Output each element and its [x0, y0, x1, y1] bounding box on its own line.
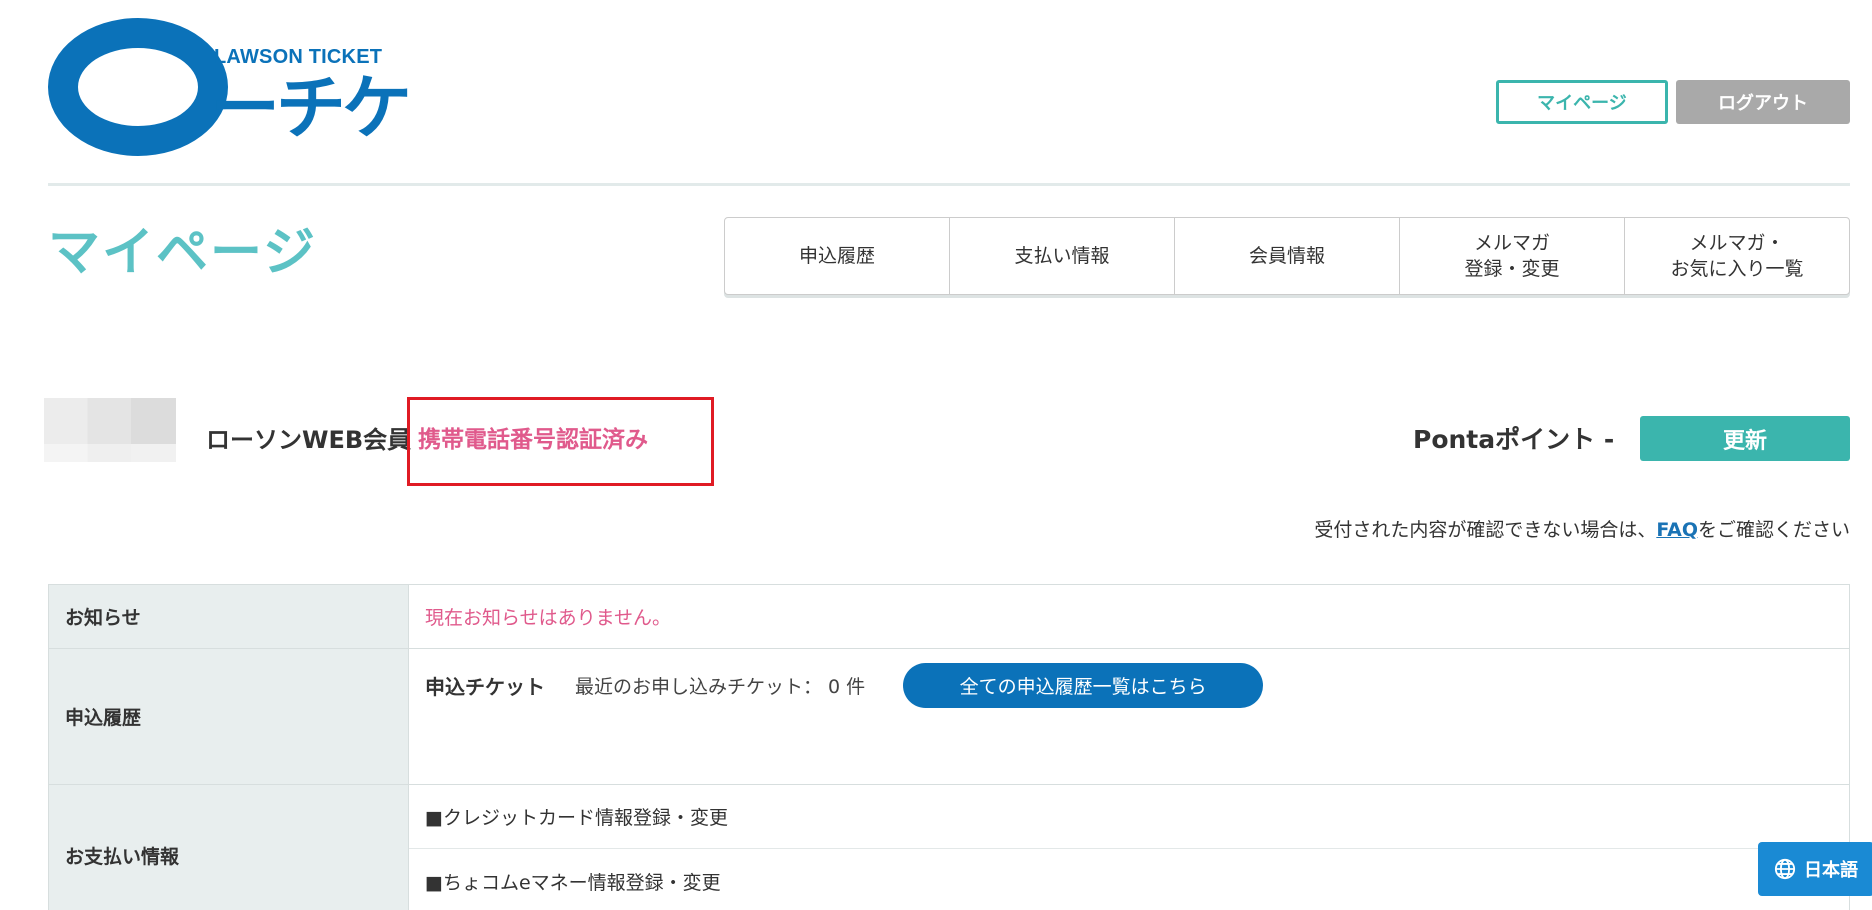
credit-card-registration-link[interactable]: ■クレジットカード情報登録・変更: [409, 785, 1849, 849]
payment-info-heading: お支払い情報: [49, 785, 409, 910]
logo-text-big: ーチケ: [210, 67, 412, 149]
applied-tickets-title: 申込チケット: [425, 675, 545, 699]
mypage-info-table: お知らせ 現在お知らせはありません。 申込履歴 申込チケット 最近のお申し込みチ…: [48, 584, 1850, 910]
faq-suffix: をご確認ください: [1697, 519, 1850, 541]
lawson-ticket-logo[interactable]: LAWSON TICKET ーチケ: [48, 18, 412, 158]
application-history-heading: 申込履歴: [49, 649, 409, 784]
notice-text: 現在お知らせはありません。: [425, 607, 672, 629]
language-label: 日本語: [1804, 860, 1858, 881]
application-summary: 申込チケット 最近のお申し込みチケット： 0 件 全ての申込履歴一覧はこちら: [425, 663, 1849, 708]
tab-application-history[interactable]: 申込履歴: [725, 218, 950, 294]
notice-row: お知らせ 現在お知らせはありません。: [49, 585, 1849, 649]
tab-newsletter-favorites[interactable]: メルマガ・ お気に入り一覧: [1625, 218, 1849, 294]
tab-member-info[interactable]: 会員情報: [1175, 218, 1400, 294]
payment-item-label: ■クレジットカード情報登録・変更: [425, 807, 728, 829]
member-type-label: ローソンWEB会員: [206, 426, 412, 454]
highlight-box: [407, 397, 714, 486]
all-application-history-button[interactable]: 全ての申込履歴一覧はこちら: [903, 663, 1264, 708]
language-selector-button[interactable]: 日本語: [1758, 842, 1872, 896]
tab-label: 支払い情報: [1014, 245, 1110, 267]
application-history-body: 申込チケット 最近のお申し込みチケット： 0 件 全ての申込履歴一覧はこちら: [409, 649, 1849, 784]
recent-ticket-count: 最近のお申し込みチケット： 0 件: [575, 676, 866, 698]
tab-label: 会員情報: [1248, 245, 1325, 267]
update-points-button[interactable]: 更新: [1640, 416, 1850, 461]
faq-notice: 受付された内容が確認できない場合は、FAQをご確認ください: [1314, 515, 1850, 542]
payment-info-body: ■クレジットカード情報登録・変更 ■ちょコムeマネー情報登録・変更: [409, 785, 1849, 910]
tab-label: 申込履歴: [798, 245, 875, 267]
chocom-emoney-registration-link[interactable]: ■ちょコムeマネー情報登録・変更: [409, 849, 1849, 910]
payment-info-row: お支払い情報 ■クレジットカード情報登録・変更 ■ちょコムeマネー情報登録・変更: [49, 785, 1849, 910]
payment-item-label: ■ちょコムeマネー情報登録・変更: [425, 871, 721, 894]
mypage-nav-tabs: 申込履歴 支払い情報 会員情報 メルマガ 登録・変更 メルマガ・ お気に入り一覧: [724, 217, 1850, 295]
tab-payment-info[interactable]: 支払い情報: [950, 218, 1175, 294]
notice-heading: お知らせ: [49, 585, 409, 648]
logo-o-mark: [48, 18, 228, 156]
blurred-avatar: [44, 398, 176, 462]
faq-prefix: 受付された内容が確認できない場合は、: [1314, 519, 1657, 541]
faq-link[interactable]: FAQ: [1656, 519, 1698, 541]
ponta-points-label: Pontaポイント -: [1413, 425, 1615, 454]
application-history-row: 申込履歴 申込チケット 最近のお申し込みチケット： 0 件 全ての申込履歴一覧は…: [49, 649, 1849, 785]
logout-button[interactable]: ログアウト: [1676, 80, 1850, 124]
logo-text-small: LAWSON TICKET: [214, 46, 383, 68]
tab-label: メルマガ・ お気に入り一覧: [1670, 232, 1804, 280]
tab-label: メルマガ 登録・変更: [1464, 232, 1560, 280]
page-title: マイページ: [48, 223, 317, 283]
header-divider: [48, 183, 1850, 186]
mypage-button[interactable]: マイページ: [1496, 80, 1668, 124]
tab-newsletter-register[interactable]: メルマガ 登録・変更: [1400, 218, 1625, 294]
globe-icon: [1774, 858, 1796, 880]
